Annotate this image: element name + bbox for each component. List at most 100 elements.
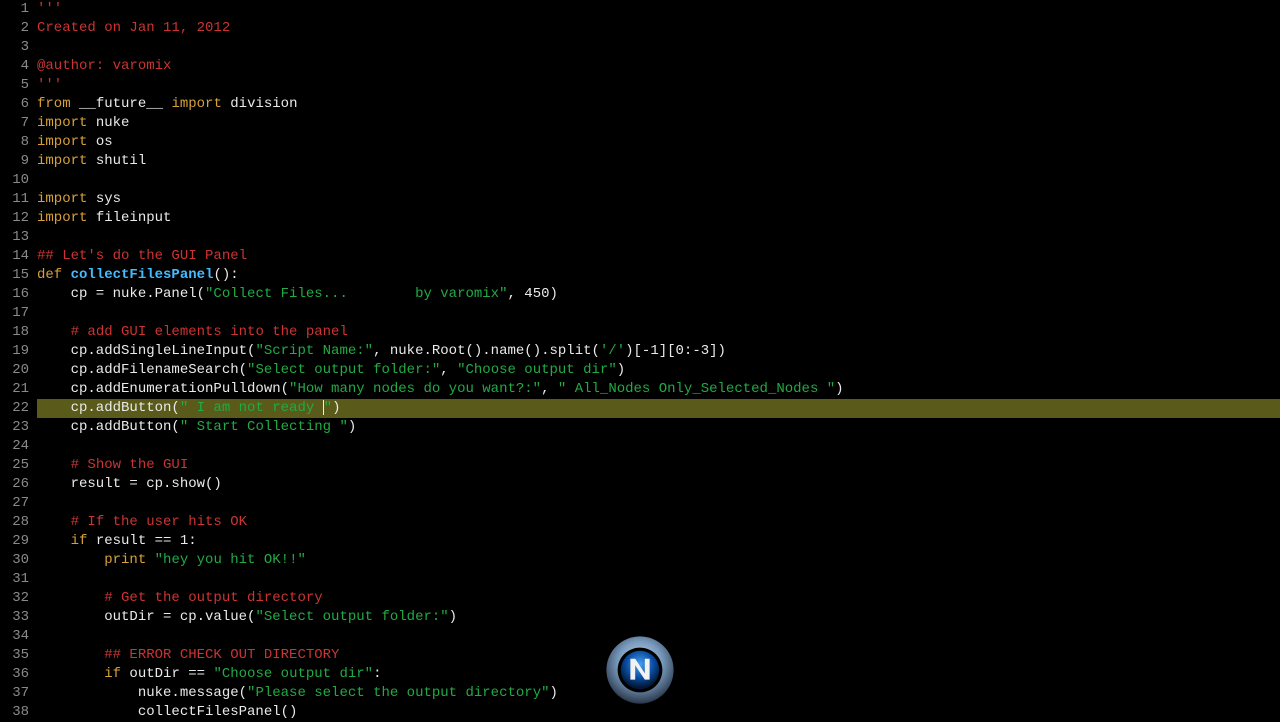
line-number: 35 bbox=[0, 646, 29, 665]
line-number: 32 bbox=[0, 589, 29, 608]
code-line[interactable]: nuke.message("Please select the output d… bbox=[37, 684, 1280, 703]
token-plain: nuke bbox=[87, 115, 129, 131]
token-comment: @author: varomix bbox=[37, 58, 171, 74]
code-line[interactable]: ''' bbox=[37, 0, 1280, 19]
token-plain bbox=[37, 552, 104, 568]
code-line[interactable] bbox=[37, 494, 1280, 513]
code-line[interactable]: import shutil bbox=[37, 152, 1280, 171]
token-plain: cp.addEnumerationPulldown( bbox=[37, 381, 289, 397]
token-plain: ) bbox=[332, 400, 340, 416]
line-number: 12 bbox=[0, 209, 29, 228]
line-number: 19 bbox=[0, 342, 29, 361]
token-plain bbox=[37, 533, 71, 549]
token-keyword: if bbox=[104, 666, 121, 682]
token-plain: os bbox=[87, 134, 112, 150]
token-plain bbox=[37, 457, 71, 473]
token-comment: # If the user hits OK bbox=[71, 514, 247, 530]
token-plain: ) bbox=[617, 362, 625, 378]
line-number: 13 bbox=[0, 228, 29, 247]
token-string: "How many nodes do you want?:" bbox=[289, 381, 541, 397]
token-plain: , bbox=[440, 362, 457, 378]
line-number: 11 bbox=[0, 190, 29, 209]
token-keyword: import bbox=[37, 134, 87, 150]
code-line[interactable]: ## Let's do the GUI Panel bbox=[37, 247, 1280, 266]
code-line[interactable] bbox=[37, 228, 1280, 247]
token-funcname: collectFilesPanel bbox=[71, 267, 214, 283]
token-plain: sys bbox=[87, 191, 121, 207]
code-area[interactable]: '''Created on Jan 11, 2012@author: varom… bbox=[33, 0, 1280, 720]
code-line[interactable]: @author: varomix bbox=[37, 57, 1280, 76]
code-line[interactable]: import os bbox=[37, 133, 1280, 152]
line-number: 28 bbox=[0, 513, 29, 532]
token-plain: shutil bbox=[87, 153, 146, 169]
code-line[interactable]: # If the user hits OK bbox=[37, 513, 1280, 532]
token-plain: cp.addButton( bbox=[37, 400, 180, 416]
code-line[interactable]: import nuke bbox=[37, 114, 1280, 133]
code-line[interactable]: def collectFilesPanel(): bbox=[37, 266, 1280, 285]
token-keyword: from bbox=[37, 96, 71, 112]
token-plain bbox=[37, 324, 71, 340]
code-line[interactable]: import fileinput bbox=[37, 209, 1280, 228]
code-line[interactable] bbox=[37, 437, 1280, 456]
code-line[interactable]: if outDir == "Choose output dir": bbox=[37, 665, 1280, 684]
code-line[interactable]: cp.addButton(" I am not ready ") bbox=[37, 399, 1280, 418]
code-editor[interactable]: 1234567891011121314151617181920212223242… bbox=[0, 0, 1280, 720]
code-line[interactable]: cp.addFilenameSearch("Select output fold… bbox=[37, 361, 1280, 380]
code-line[interactable]: import sys bbox=[37, 190, 1280, 209]
token-plain: )[-1][0:-3]) bbox=[625, 343, 726, 359]
line-number: 8 bbox=[0, 133, 29, 152]
token-keyword: import bbox=[37, 153, 87, 169]
code-line[interactable] bbox=[37, 38, 1280, 57]
line-number: 30 bbox=[0, 551, 29, 570]
token-string: " All_Nodes Only_Selected_Nodes " bbox=[558, 381, 835, 397]
line-number: 22 bbox=[0, 399, 29, 418]
code-line[interactable]: ''' bbox=[37, 76, 1280, 95]
token-plain: cp.addButton( bbox=[37, 419, 180, 435]
code-line[interactable]: ## ERROR CHECK OUT DIRECTORY bbox=[37, 646, 1280, 665]
token-plain bbox=[37, 647, 104, 663]
line-number: 2 bbox=[0, 19, 29, 38]
code-line[interactable]: # add GUI elements into the panel bbox=[37, 323, 1280, 342]
token-string: '/' bbox=[600, 343, 625, 359]
token-plain bbox=[37, 666, 104, 682]
code-line[interactable]: print "hey you hit OK!!" bbox=[37, 551, 1280, 570]
code-line[interactable]: # Show the GUI bbox=[37, 456, 1280, 475]
token-plain: ) bbox=[550, 685, 558, 701]
code-line[interactable]: cp.addEnumerationPulldown("How many node… bbox=[37, 380, 1280, 399]
line-number: 29 bbox=[0, 532, 29, 551]
token-string: " bbox=[324, 400, 332, 416]
token-comment: # Get the output directory bbox=[104, 590, 322, 606]
token-plain: __future__ bbox=[71, 96, 172, 112]
code-line[interactable] bbox=[37, 570, 1280, 589]
code-line[interactable]: Created on Jan 11, 2012 bbox=[37, 19, 1280, 38]
code-line[interactable] bbox=[37, 304, 1280, 323]
code-line[interactable]: if result == 1: bbox=[37, 532, 1280, 551]
line-number: 25 bbox=[0, 456, 29, 475]
line-number: 10 bbox=[0, 171, 29, 190]
line-number-gutter: 1234567891011121314151617181920212223242… bbox=[0, 0, 33, 720]
code-line[interactable]: cp.addSingleLineInput("Script Name:", nu… bbox=[37, 342, 1280, 361]
token-plain: fileinput bbox=[87, 210, 171, 226]
code-line[interactable]: cp.addButton(" Start Collecting ") bbox=[37, 418, 1280, 437]
code-line[interactable]: outDir = cp.value("Select output folder:… bbox=[37, 608, 1280, 627]
code-line[interactable] bbox=[37, 627, 1280, 646]
token-comment: Created on Jan 11, 2012 bbox=[37, 20, 230, 36]
code-line[interactable]: result = cp.show() bbox=[37, 475, 1280, 494]
token-plain: division bbox=[222, 96, 298, 112]
line-number: 26 bbox=[0, 475, 29, 494]
code-line[interactable]: collectFilesPanel() bbox=[37, 703, 1280, 722]
line-number: 24 bbox=[0, 437, 29, 456]
line-number: 21 bbox=[0, 380, 29, 399]
token-keyword: if bbox=[71, 533, 88, 549]
line-number: 15 bbox=[0, 266, 29, 285]
code-line[interactable]: cp = nuke.Panel("Collect Files... by var… bbox=[37, 285, 1280, 304]
token-string: "Select output folder:" bbox=[247, 362, 440, 378]
token-string: "Script Name:" bbox=[255, 343, 373, 359]
code-line[interactable] bbox=[37, 171, 1280, 190]
code-line[interactable]: from __future__ import division bbox=[37, 95, 1280, 114]
line-number: 5 bbox=[0, 76, 29, 95]
line-number: 18 bbox=[0, 323, 29, 342]
code-line[interactable]: # Get the output directory bbox=[37, 589, 1280, 608]
token-plain: , nuke.Root().name().split( bbox=[373, 343, 600, 359]
token-keyword: import bbox=[171, 96, 221, 112]
